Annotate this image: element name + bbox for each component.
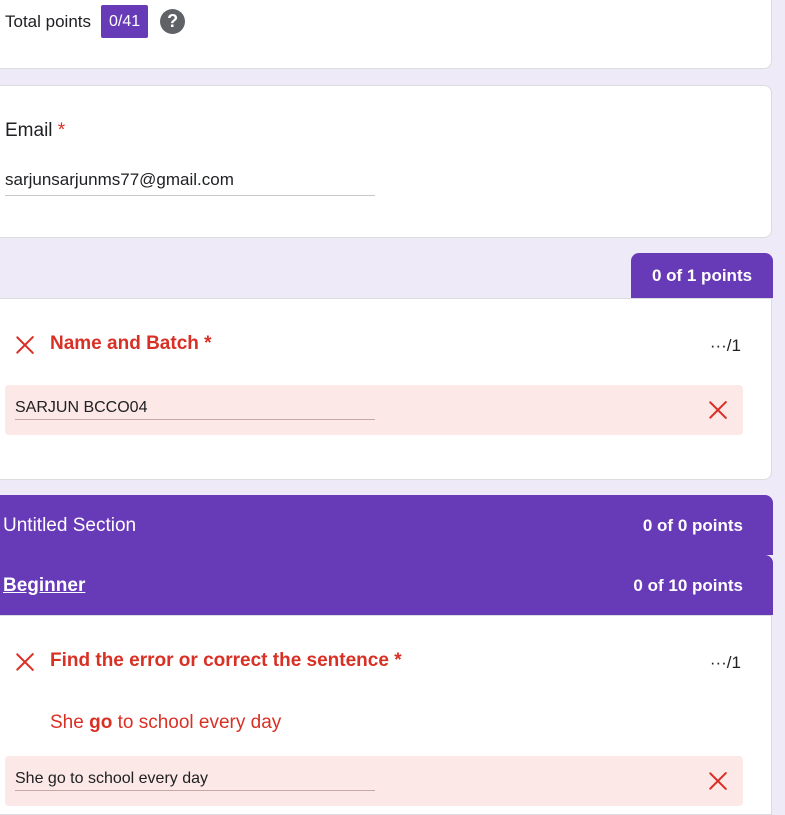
required-asterisk: * <box>204 333 212 354</box>
total-points-label: Total points <box>5 11 91 31</box>
email-value: sarjunsarjunms77@gmail.com <box>5 170 375 196</box>
section-title-link[interactable]: Beginner <box>3 575 85 597</box>
help-icon[interactable]: ? <box>160 9 186 34</box>
total-points-card: Total points 0/41 ? <box>0 0 772 69</box>
incorrect-icon <box>15 652 35 672</box>
answer-incorrect-icon <box>708 400 728 420</box>
answer-box: SARJUN BCCO04 <box>5 385 743 435</box>
email-card: Email * sarjunsarjunms77@gmail.com <box>0 85 772 238</box>
answer-text: SARJUN BCCO04 <box>15 399 375 420</box>
question-points-tab: 0 of 1 points <box>631 253 773 298</box>
required-asterisk: * <box>57 120 66 141</box>
incorrect-icon <box>15 335 35 355</box>
question-title-text: Find the error or correct the sentence <box>50 650 389 671</box>
question-score: ···/1 <box>709 336 741 355</box>
question-title: Name and Batch * <box>50 333 212 355</box>
email-label: Email <box>5 120 53 141</box>
email-question-title: Email * <box>5 120 65 142</box>
answer-text: She go to school every day <box>15 770 375 791</box>
question-score: ···/1 <box>709 653 741 672</box>
required-asterisk: * <box>394 650 402 671</box>
section-points: 0 of 0 points <box>642 516 743 535</box>
name-batch-question-card: Name and Batch * ···/1 SARJUN BCCO04 <box>0 298 772 480</box>
answer-incorrect-icon <box>708 771 728 791</box>
section-header-untitled: Untitled Section 0 of 0 points <box>0 495 773 555</box>
total-points-row: Total points 0/41 ? <box>5 5 186 38</box>
section-header-beginner: Beginner 0 of 10 points <box>0 555 773 615</box>
sentence-part: to school every day <box>112 712 282 733</box>
find-error-question-card: Find the error or correct the sentence *… <box>0 615 772 815</box>
answer-box: She go to school every day <box>5 756 743 806</box>
question-title: Find the error or correct the sentence * <box>50 650 402 672</box>
sentence-error-word: go <box>89 712 113 733</box>
section-points: 0 of 10 points <box>633 576 743 595</box>
total-points-badge: 0/41 <box>101 5 149 38</box>
sentence-part: She <box>50 712 90 733</box>
question-title-text: Name and Batch <box>50 333 199 354</box>
question-sentence: She go to school every day <box>50 712 281 734</box>
section-title: Untitled Section <box>3 515 137 536</box>
